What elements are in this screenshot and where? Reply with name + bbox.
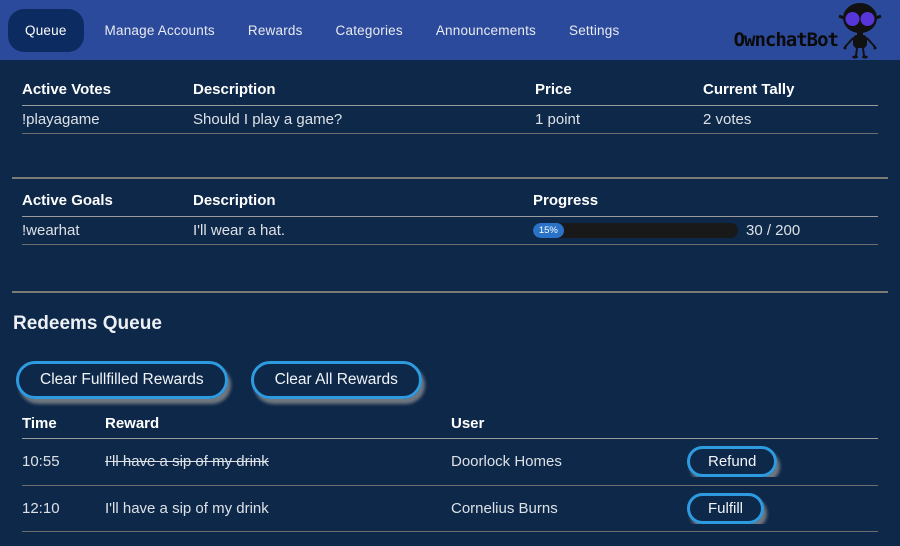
redeem-action-cell: Refund xyxy=(687,446,878,477)
tab-categories[interactable]: Categories xyxy=(336,23,403,38)
active-goals-table: Active Goals Description Progress !wearh… xyxy=(22,187,878,245)
col-header-active-votes: Active Votes xyxy=(22,81,193,98)
clear-fulfilled-rewards-button[interactable]: Clear Fullfilled Rewards xyxy=(16,361,228,399)
col-header-price: Price xyxy=(535,81,703,98)
goal-command: !wearhat xyxy=(22,222,193,239)
redeems-actions: Clear Fullfilled Rewards Clear All Rewar… xyxy=(12,361,888,399)
vote-command: !playagame xyxy=(22,111,193,128)
col-header-user: User xyxy=(451,415,687,432)
active-votes-header-row: Active Votes Description Price Current T… xyxy=(22,76,878,106)
redeem-reward: I'll have a sip of my drink xyxy=(105,500,451,517)
redeems-table: Time Reward User 10:55 I'll have a sip o… xyxy=(22,419,878,532)
refund-button[interactable]: Refund xyxy=(687,446,777,477)
brand-logo: OwnchatBot xyxy=(734,0,886,60)
goal-progress: 15% 30 / 200 xyxy=(533,222,878,239)
table-row: 12:10 I'll have a sip of my drink Cornel… xyxy=(22,486,878,533)
col-header-active-goals: Active Goals xyxy=(22,192,193,209)
redeem-time: 12:10 xyxy=(22,500,105,517)
robot-icon xyxy=(834,2,886,59)
section-divider xyxy=(12,291,888,293)
fulfill-button[interactable]: Fulfill xyxy=(687,493,764,524)
vote-description: Should I play a game? xyxy=(193,111,535,128)
col-header-progress: Progress xyxy=(533,192,878,209)
tab-announcements[interactable]: Announcements xyxy=(436,23,536,38)
active-votes-table: Active Votes Description Price Current T… xyxy=(22,76,878,134)
tab-settings[interactable]: Settings xyxy=(569,23,619,38)
active-goals-header-row: Active Goals Description Progress xyxy=(22,187,878,217)
table-row: 10:55 I'll have a sip of my drink Doorlo… xyxy=(22,439,878,486)
col-header-current-tally: Current Tally xyxy=(703,81,878,98)
col-header-reward: Reward xyxy=(105,415,451,432)
vote-price: 1 point xyxy=(535,111,703,128)
progress-bar-track: 15% xyxy=(533,223,738,238)
table-row: !wearhat I'll wear a hat. 15% 30 / 200 xyxy=(22,217,878,245)
col-header-time: Time xyxy=(22,415,105,432)
brand-name: OwnchatBot xyxy=(734,29,838,51)
main-content: Active Votes Description Price Current T… xyxy=(0,60,900,532)
col-header-description: Description xyxy=(193,81,535,98)
table-row: !playagame Should I play a game? 1 point… xyxy=(22,106,878,134)
tab-rewards[interactable]: Rewards xyxy=(248,23,303,38)
redeem-time: 10:55 xyxy=(22,453,105,470)
progress-percent-label: 15% xyxy=(539,225,558,236)
redeems-queue-title: Redeems Queue xyxy=(13,313,888,335)
progress-fill: 15% xyxy=(533,223,564,238)
redeem-user: Doorlock Homes xyxy=(451,453,687,470)
section-divider xyxy=(12,177,888,179)
goal-description: I'll wear a hat. xyxy=(193,222,533,239)
tab-manage-accounts[interactable]: Manage Accounts xyxy=(105,23,215,38)
redeems-header-row: Time Reward User xyxy=(22,419,878,439)
redeem-user: Cornelius Burns xyxy=(451,500,687,517)
col-header-description: Description xyxy=(193,192,533,209)
clear-all-rewards-button[interactable]: Clear All Rewards xyxy=(251,361,422,399)
top-nav: Queue Manage Accounts Rewards Categories… xyxy=(0,0,900,60)
redeem-reward: I'll have a sip of my drink xyxy=(105,453,451,470)
tab-queue[interactable]: Queue xyxy=(8,9,84,52)
redeem-action-cell: Fulfill xyxy=(687,493,878,524)
progress-count-label: 30 / 200 xyxy=(746,222,800,239)
vote-tally: 2 votes xyxy=(703,111,878,128)
